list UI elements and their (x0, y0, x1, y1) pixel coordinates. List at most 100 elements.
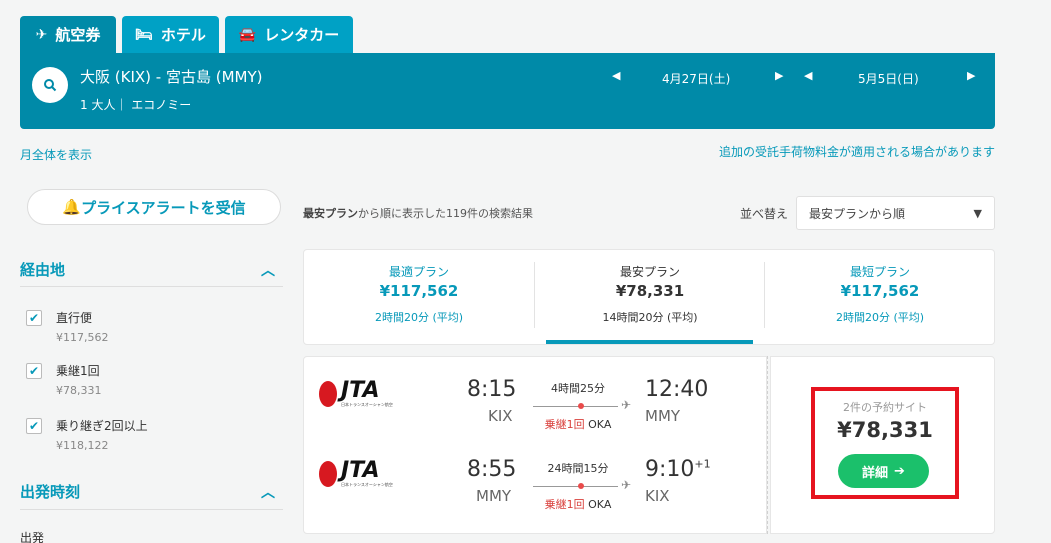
result-summary-suffix: から順に表示した119件の検索結果 (358, 207, 533, 220)
outbound-arrival-code: MMY (645, 407, 681, 425)
outbound-route-line (533, 406, 618, 407)
stop-airport: OKA (588, 418, 612, 431)
jal-crane-icon (319, 461, 337, 487)
price-alert-label: プライスアラートを受信 (81, 198, 246, 217)
plan-best[interactable]: 最適プラン ¥117,562 2時間20分 (平均) (304, 250, 534, 346)
plan-cheapest[interactable]: 最安プラン ¥78,331 14時間20分 (平均) (535, 250, 765, 346)
plan-price: ¥117,562 (379, 282, 459, 300)
stop-count: 乗継1回 (544, 498, 585, 511)
airline-name: JTA (341, 458, 380, 483)
inbound-duration: 24時間15分 (547, 462, 609, 475)
tab-flights-label: 航空券 (55, 26, 101, 44)
jal-crane-icon (319, 381, 337, 407)
tab-rentalcar-label: レンタカー (264, 26, 340, 44)
baggage-fee-link[interactable]: 追加の受託手荷物料金が適用される場合があります (719, 143, 995, 160)
price-alert-button[interactable]: 🔔 プライスアラートを受信 (27, 189, 281, 225)
plane-icon: ✈ (621, 398, 632, 412)
detail-button-label: 詳細 (862, 465, 889, 481)
check-icon: ✔ (28, 364, 40, 378)
plan-price: ¥78,331 (615, 282, 685, 300)
plan-name: 最短プラン (849, 265, 910, 279)
check-icon: ✔ (28, 311, 40, 325)
sort-label: 並べ替え (740, 207, 789, 221)
day-offset: +1 (694, 457, 711, 471)
search-icon (44, 79, 57, 92)
tab-flights[interactable]: ✈ 航空券 (20, 16, 116, 53)
plan-time: 14時間20分 (平均) (602, 311, 698, 324)
inbound-depart-time: 8:55 (467, 457, 517, 482)
tab-hotels-label: ホテル (160, 26, 206, 44)
plan-price: ¥117,562 (840, 282, 920, 300)
plan-time: 2時間20分 (平均) (374, 311, 464, 324)
stopover-dot (578, 403, 584, 409)
stop-count: 乗継1回 (544, 418, 585, 431)
stops-direct-checkbox[interactable]: ✔ (26, 310, 42, 326)
departure-time-filter-title[interactable]: 出発時刻 (20, 481, 80, 502)
airline-subname: 日本トランスオーシャン航空 (341, 482, 393, 487)
stops-direct-price: ¥117,562 (56, 331, 109, 344)
month-view-link[interactable]: 月全体を表示 (20, 146, 92, 163)
check-icon: ✔ (28, 419, 40, 433)
stops-one-checkbox[interactable]: ✔ (26, 363, 42, 379)
result-summary-prefix: 最安プラン (303, 207, 358, 220)
outbound-stops: 乗継1回 OKA (533, 416, 623, 432)
stops-one-label: 乗継1回 (56, 364, 100, 378)
result-summary: 最安プランから順に表示した119件の検索結果 (303, 205, 533, 221)
plan-name: 最安プラン (619, 265, 680, 279)
booking-sites-count: 2件の予約サイト (843, 401, 927, 414)
stops-two-plus-label: 乗り継ぎ2回以上 (56, 419, 148, 433)
stops-two-plus-checkbox[interactable]: ✔ (26, 418, 42, 434)
divider (20, 509, 283, 510)
tab-rentalcar[interactable]: 🚘 レンタカー (225, 16, 353, 53)
chevron-up-icon[interactable]: ︿ (261, 260, 275, 280)
return-prev-arrow-icon[interactable]: ◀ (804, 69, 812, 82)
outbound-depart-time: 8:15 (467, 377, 517, 402)
car-icon: 🚘 (238, 26, 257, 43)
return-next-arrow-icon[interactable]: ▶ (967, 69, 975, 82)
stop-airport: OKA (588, 498, 612, 511)
plan-time: 2時間20分 (平均) (835, 311, 925, 324)
selected-plan-indicator (546, 340, 753, 344)
arrow-right-icon: ➔ (894, 463, 905, 479)
stops-direct-label: 直行便 (56, 311, 93, 325)
search-summary-bar[interactable]: 大阪 (KIX) - 宮古島 (MMY) 1 大人｜ エコノミー ◀ 4月27日… (20, 53, 995, 129)
airline-logo: JTA 日本トランスオーシャン航空 (319, 460, 393, 488)
inbound-route-line (533, 486, 618, 487)
airline-name: JTA (341, 378, 380, 403)
outbound-duration: 4時間25分 (551, 382, 605, 395)
inbound-arrival-code: KIX (645, 487, 670, 505)
caret-down-icon: ▼ (973, 206, 982, 220)
search-button[interactable] (32, 67, 68, 103)
inbound-depart-code: MMY (476, 487, 512, 505)
depart-prev-arrow-icon[interactable]: ◀ (612, 69, 620, 82)
plan-fastest[interactable]: 最短プラン ¥117,562 2時間20分 (平均) (765, 250, 995, 346)
passenger-class-text: 1 大人｜ エコノミー (80, 98, 192, 112)
stops-one-price: ¥78,331 (56, 384, 102, 397)
outbound-depart-code: KIX (488, 407, 513, 425)
airline-subname: 日本トランスオーシャン航空 (341, 402, 393, 407)
airline-logo: JTA 日本トランスオーシャン航空 (319, 380, 393, 408)
inbound-arrival-time: 9:10+1 (645, 457, 711, 482)
depart-date[interactable]: 4月27日(土) (662, 70, 730, 87)
return-date[interactable]: 5月5日(日) (858, 70, 919, 87)
sort-value: 最安プランから順 (809, 206, 906, 221)
stops-filter-title[interactable]: 経由地 (20, 259, 65, 280)
sort-dropdown[interactable]: 最安プランから順 ▼ (796, 196, 995, 230)
bed-icon: 🛏 (135, 26, 153, 43)
stops-two-plus-price: ¥118,122 (56, 439, 109, 452)
plane-icon: ✈ (621, 478, 632, 492)
chevron-up-icon[interactable]: ︿ (261, 482, 275, 502)
outbound-arrival-time: 12:40 (645, 377, 709, 402)
detail-button[interactable]: 詳細 ➔ (838, 454, 929, 488)
tab-hotels[interactable]: 🛏 ホテル (122, 16, 219, 53)
plane-icon: ✈ (35, 26, 48, 43)
route-text: 大阪 (KIX) - 宮古島 (MMY) (80, 68, 263, 86)
divider (20, 286, 283, 287)
plan-name: 最適プラン (388, 265, 449, 279)
stopover-dot (578, 483, 584, 489)
flight-price: ¥78,331 (837, 418, 933, 442)
bell-icon: 🔔 (62, 198, 82, 216)
inbound-arrival-time-value: 9:10 (645, 457, 695, 482)
depart-next-arrow-icon[interactable]: ▶ (775, 69, 783, 82)
departure-sub-label: 出発 (20, 531, 45, 543)
